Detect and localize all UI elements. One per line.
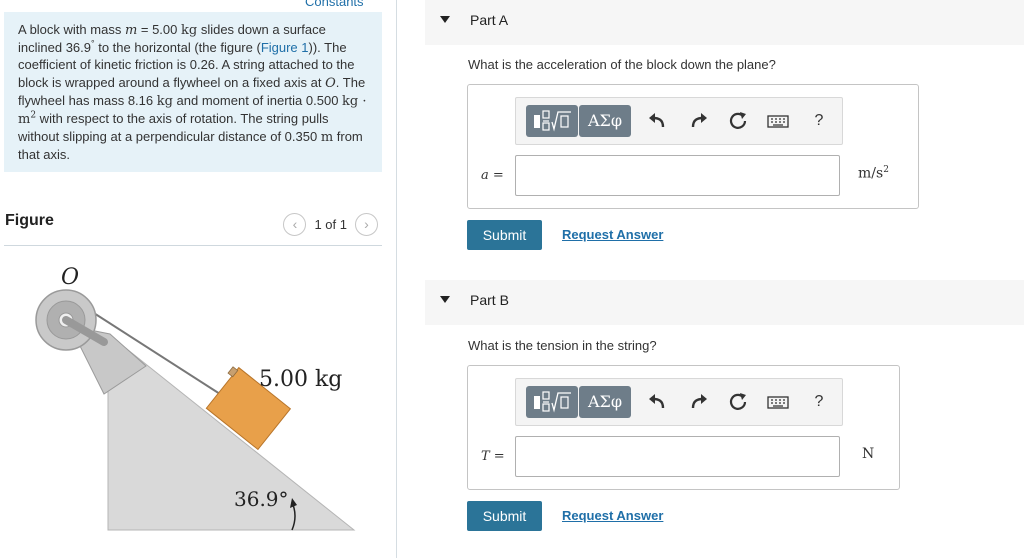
answer-var: a [481, 168, 489, 183]
template-icon[interactable] [526, 105, 578, 137]
problem-text: = 5.00 [137, 22, 181, 37]
reset-icon[interactable] [727, 110, 749, 132]
answer-var: T [481, 449, 490, 464]
pager-text: 1 of 1 [314, 217, 347, 232]
panel-divider [396, 0, 397, 558]
greek-symbols-icon[interactable]: ΑΣφ [579, 105, 631, 137]
constants-link[interactable]: Constants [305, 0, 364, 9]
part-b-question: What is the tension in the string? [468, 338, 657, 353]
collapse-triangle-icon[interactable] [440, 296, 450, 303]
problem-text: A block with mass [18, 22, 125, 37]
incline-figure: O 5.00 kg 36.9° [35, 265, 356, 531]
answer-unit: m/s2 [858, 165, 889, 182]
figure-link[interactable]: Figure 1 [261, 40, 309, 55]
submit-button[interactable]: Submit [467, 220, 542, 250]
figure-header: Figure ‹ 1 of 1 › [4, 208, 382, 246]
unit-kg: kg [156, 93, 173, 109]
math-toolbar: ΑΣφ ? [515, 97, 843, 145]
request-answer-link[interactable]: Request Answer [562, 227, 663, 242]
problem-text: to the horizontal (the figure ( [94, 40, 261, 56]
left-panel: Constants A block with mass m = 5.00 kg … [0, 0, 396, 558]
request-answer-link[interactable]: Request Answer [562, 508, 663, 523]
answer-eq: = [488, 168, 504, 183]
part-a-title: Part A [470, 12, 509, 28]
unit-m: m [320, 130, 334, 146]
part-b-title: Part B [470, 292, 509, 308]
answer-label: T = [481, 449, 505, 464]
var-m: m [124, 23, 138, 38]
math-toolbar: ΑΣφ ? [515, 378, 843, 426]
undo-icon[interactable] [647, 391, 669, 413]
label-o: O [61, 265, 79, 290]
problem-statement: A block with mass m = 5.00 kg slides dow… [4, 12, 382, 172]
redo-icon[interactable] [687, 391, 709, 413]
part-a-question: What is the acceleration of the block do… [468, 57, 776, 72]
part-a-answer-box: ΑΣφ ? a = m/s2 [467, 84, 919, 209]
figure-title: Figure [5, 212, 54, 229]
help-icon[interactable]: ? [808, 391, 830, 413]
part-b-answer-box: ΑΣφ ? T = N [467, 365, 900, 490]
incline-surface [107, 332, 356, 531]
keyboard-icon[interactable] [767, 110, 789, 132]
part-b-header[interactable]: Part B [425, 280, 1024, 325]
unit-text: m/s [858, 165, 884, 182]
label-angle: 36.9° [234, 487, 289, 511]
figure-pager: ‹ 1 of 1 › [283, 213, 378, 236]
var-o: O [325, 75, 336, 91]
answer-input[interactable] [515, 436, 840, 477]
chevron-right-icon[interactable]: › [355, 213, 378, 236]
answer-input[interactable] [515, 155, 840, 196]
answer-label: a = [481, 168, 504, 183]
problem-text: and moment of inertia 0.500 [172, 92, 343, 108]
part-a-header[interactable]: Part A [425, 0, 1024, 45]
reset-icon[interactable] [727, 391, 749, 413]
submit-button[interactable]: Submit [467, 501, 542, 531]
undo-icon[interactable] [647, 110, 669, 132]
redo-icon[interactable] [687, 110, 709, 132]
help-icon[interactable]: ? [808, 110, 830, 132]
template-icon[interactable] [526, 386, 578, 418]
unit-text: N [862, 446, 875, 462]
greek-symbols-icon[interactable]: ΑΣφ [579, 386, 631, 418]
keyboard-icon[interactable] [767, 391, 789, 413]
collapse-triangle-icon[interactable] [440, 16, 450, 23]
answer-eq: = [489, 449, 505, 464]
answer-unit: N [862, 446, 874, 462]
unit-exponent: 2 [883, 165, 889, 175]
chevron-left-icon[interactable]: ‹ [283, 213, 307, 236]
unit-kg: kg [181, 23, 198, 38]
problem-text: with respect to the axis of rotation. Th… [18, 111, 329, 145]
label-mass: 5.00 kg [259, 367, 342, 392]
